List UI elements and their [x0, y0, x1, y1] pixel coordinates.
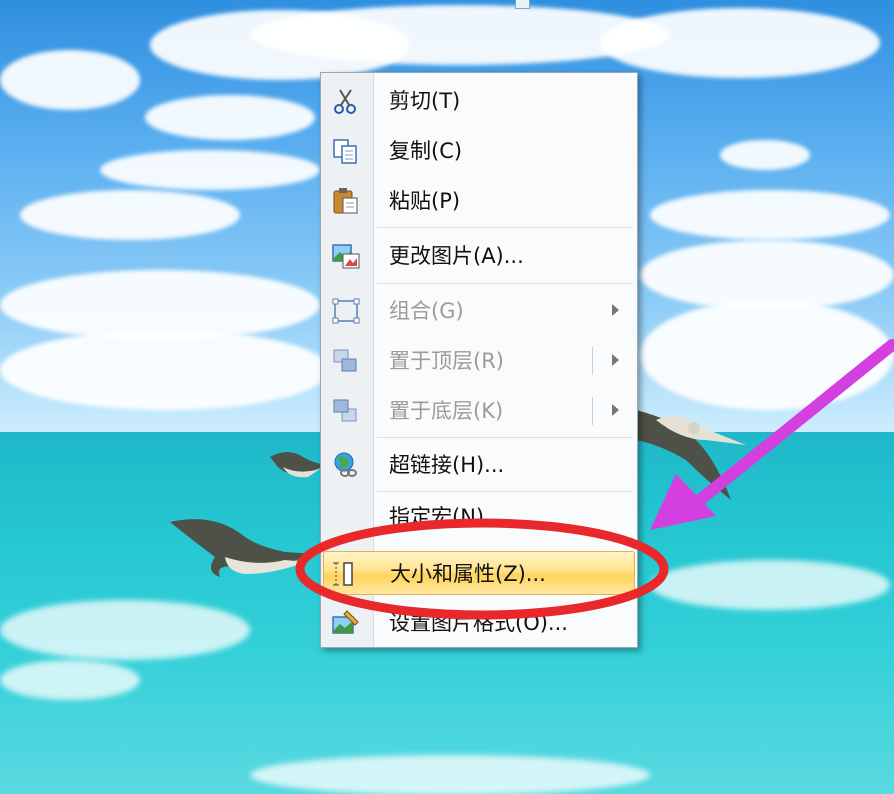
wave-foam: [0, 600, 250, 660]
wave-foam: [650, 560, 890, 610]
menu-item-send-to-back[interactable]: 置于底层(K): [323, 389, 635, 433]
wave-foam: [250, 755, 650, 794]
size-properties-icon: [333, 562, 353, 586]
cloud: [0, 50, 140, 110]
pelican-bird: [270, 452, 326, 478]
group-icon: [332, 298, 360, 324]
cloud: [100, 150, 320, 190]
menu-item-label: 剪切(T): [389, 89, 461, 113]
cloud: [145, 95, 315, 140]
cloud: [600, 8, 880, 78]
menu-item-change-picture[interactable]: 更改图片(A)...: [323, 234, 635, 278]
submenu-arrow-icon: [612, 304, 619, 316]
format-picture-icon: [332, 610, 359, 634]
wave-foam: [0, 660, 140, 700]
cloud: [650, 190, 890, 240]
menu-item-label: 大小和属性(Z)...: [390, 562, 546, 586]
split-separator: [592, 347, 593, 375]
menu-item-format-picture[interactable]: 设置图片格式(O)...: [323, 601, 635, 645]
menu-item-assign-macro[interactable]: 指定宏(N)...: [323, 495, 635, 539]
bring-to-front-icon: [333, 349, 357, 372]
menu-item-size-properties[interactable]: 大小和属性(Z)...: [323, 551, 635, 595]
hyperlink-icon: [334, 452, 357, 477]
menu-item-label: 指定宏(N)...: [389, 505, 505, 529]
menu-item-label: 置于顶层(R): [389, 349, 504, 373]
menu-separator: [377, 227, 633, 228]
menu-item-label: 置于底层(K): [389, 399, 504, 423]
menu-item-copy[interactable]: 复制(C): [323, 129, 635, 173]
cloud: [20, 190, 240, 240]
menu-item-label: 粘贴(P): [389, 189, 461, 213]
pelican-bird: [636, 410, 746, 500]
menu-separator: [377, 491, 633, 492]
cloud: [720, 140, 810, 170]
cloud: [0, 330, 330, 410]
submenu-arrow-icon[interactable]: [612, 404, 619, 416]
split-separator: [592, 397, 593, 425]
menu-separator: [377, 283, 633, 284]
pelican-bird: [170, 519, 315, 577]
menu-item-paste[interactable]: 粘贴(P): [323, 179, 635, 223]
change-picture-icon: [332, 244, 360, 269]
submenu-arrow-icon[interactable]: [612, 354, 619, 366]
menu-item-group[interactable]: 组合(G): [323, 289, 635, 333]
context-menu: 剪切(T) 复制(C) 粘贴(P) 更改图片(A)... 组合(G) 置于顶层(…: [320, 72, 638, 648]
resize-handle[interactable]: [515, 0, 530, 9]
menu-item-label: 更改图片(A)...: [389, 244, 524, 268]
menu-item-bring-to-front[interactable]: 置于顶层(R): [323, 339, 635, 383]
scissors-icon: [334, 89, 356, 114]
menu-item-label: 复制(C): [389, 139, 463, 163]
screenshot-stage: 剪切(T) 复制(C) 粘贴(P) 更改图片(A)... 组合(G) 置于顶层(…: [0, 0, 894, 794]
menu-item-label: 设置图片格式(O)...: [389, 611, 568, 635]
menu-separator: [377, 437, 633, 438]
menu-item-cut[interactable]: 剪切(T): [323, 79, 635, 123]
menu-item-hyperlink[interactable]: 超链接(H)...: [323, 443, 635, 487]
send-to-back-icon: [333, 399, 357, 422]
paste-icon: [333, 188, 358, 214]
menu-item-label: 超链接(H)...: [389, 453, 505, 477]
cloud: [640, 300, 894, 410]
copy-icon: [333, 139, 357, 164]
menu-item-label: 组合(G): [389, 299, 464, 323]
